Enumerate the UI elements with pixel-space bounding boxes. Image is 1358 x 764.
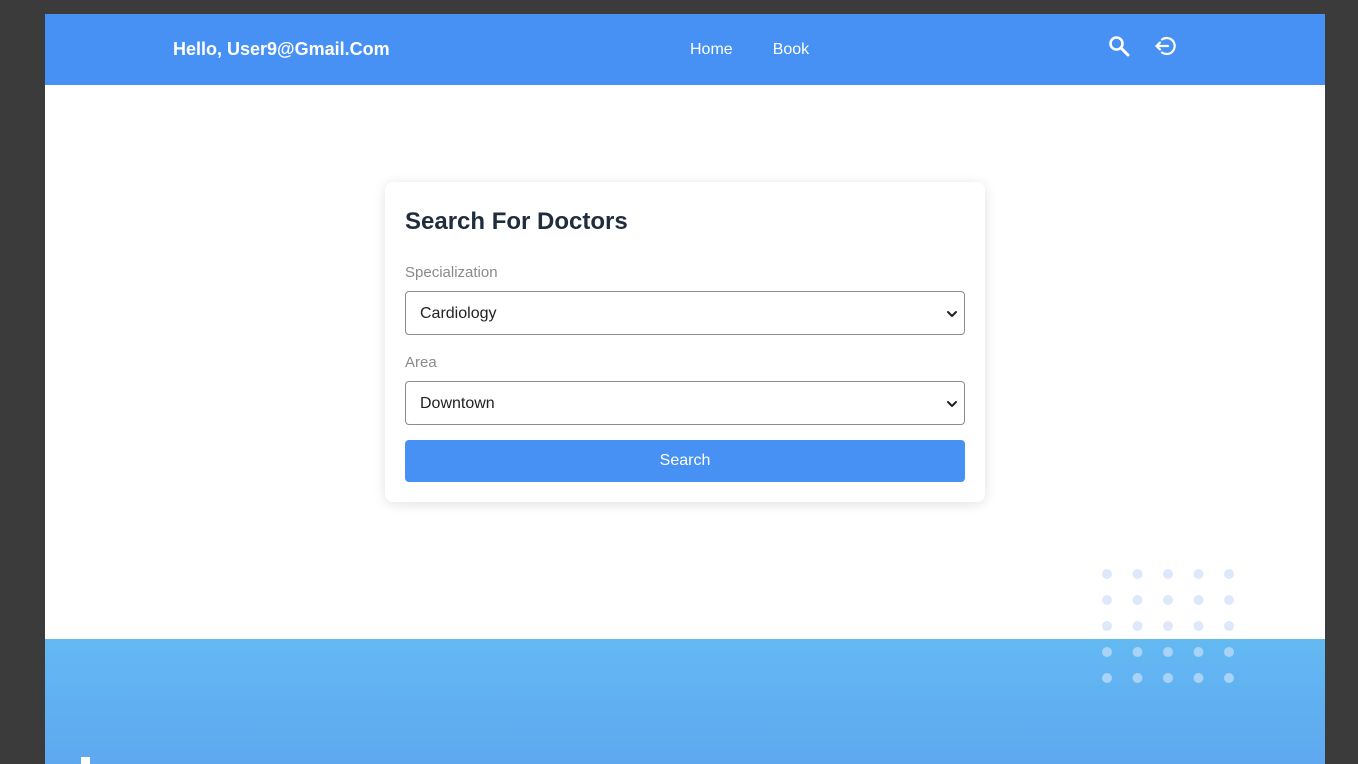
chevron-down-icon <box>947 311 957 317</box>
decorative-dot <box>1132 595 1143 605</box>
search-icon[interactable] <box>1107 34 1131 58</box>
decorative-dot <box>1224 569 1234 579</box>
decorative-dot <box>1163 569 1173 579</box>
decorative-dot <box>1193 647 1204 657</box>
search-button[interactable]: Search <box>405 440 965 482</box>
decorative-dot <box>1132 621 1143 631</box>
nav-link-home[interactable]: Home <box>690 40 733 60</box>
top-navbar: Hello, User9@Gmail.Com Home Book <box>45 14 1325 85</box>
decorative-dot <box>1102 595 1112 605</box>
nav-link-book[interactable]: Book <box>773 40 809 60</box>
specialization-label: Specialization <box>405 264 498 281</box>
main-nav: Home Book <box>690 40 809 60</box>
search-doctors-card: Search For Doctors Specialization Cardio… <box>385 182 985 502</box>
decorative-dot <box>1193 673 1204 683</box>
specialization-select[interactable]: Cardiology <box>405 291 965 335</box>
user-greeting: Hello, User9@Gmail.Com <box>173 39 390 59</box>
decorative-dot <box>1224 673 1234 683</box>
logout-icon[interactable] <box>1153 34 1177 58</box>
decorative-dot <box>1224 595 1234 605</box>
decorative-dot <box>1132 647 1143 657</box>
decorative-dot <box>1193 569 1204 579</box>
decorative-dot <box>1163 621 1173 631</box>
area-label: Area <box>405 354 437 371</box>
decorative-dot <box>1132 673 1143 683</box>
decorative-dot <box>1102 569 1112 579</box>
area-select[interactable]: Downtown <box>405 381 965 425</box>
decorative-dot <box>1102 673 1112 683</box>
app-viewport: Hello, User9@Gmail.Com Home Book Search … <box>45 14 1325 764</box>
decorative-dot <box>1102 621 1112 631</box>
decorative-dot <box>1224 621 1234 631</box>
decorative-dot <box>1163 595 1173 605</box>
nav-icon-group <box>1107 34 1177 58</box>
card-title: Search For Doctors <box>405 208 628 235</box>
decorative-dot <box>1132 569 1143 579</box>
decorative-dot <box>1193 621 1204 631</box>
area-selected-value: Downtown <box>420 395 495 412</box>
chevron-down-icon <box>947 401 957 407</box>
footer-marker <box>81 757 90 764</box>
decorative-dot <box>1224 647 1234 657</box>
decorative-dot <box>1163 673 1173 683</box>
decorative-dot <box>1102 647 1112 657</box>
decorative-dot-grid <box>1102 569 1234 683</box>
decorative-dot <box>1193 595 1204 605</box>
specialization-selected-value: Cardiology <box>420 305 497 322</box>
decorative-dot <box>1163 647 1173 657</box>
